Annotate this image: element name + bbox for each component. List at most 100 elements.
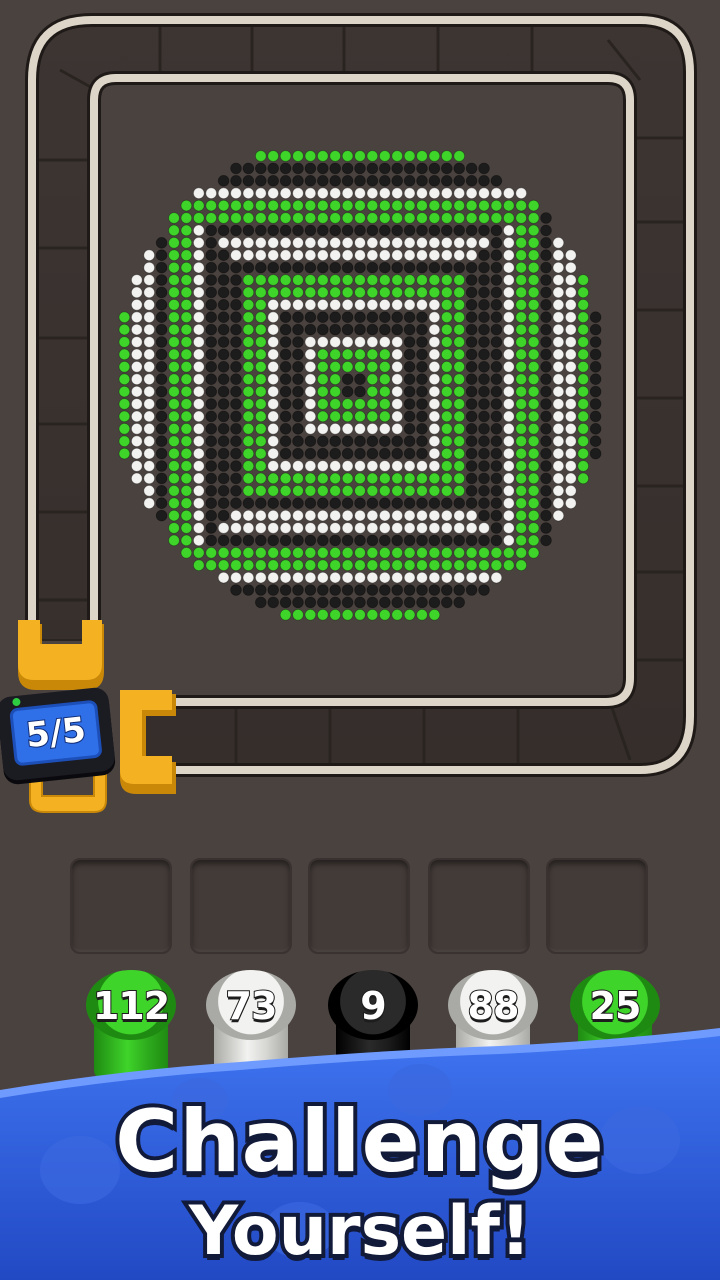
bead	[378, 274, 391, 286]
bead	[217, 361, 230, 373]
bead	[490, 509, 503, 522]
bead	[403, 348, 416, 361]
bead	[230, 385, 242, 398]
bead	[453, 361, 466, 373]
bead	[255, 497, 267, 510]
bead	[540, 385, 552, 398]
bead	[267, 522, 280, 534]
bead	[453, 199, 466, 212]
bead	[552, 361, 565, 373]
bead	[502, 336, 515, 348]
bead	[267, 187, 280, 199]
bead	[552, 237, 565, 249]
bead	[366, 361, 379, 373]
bead	[391, 472, 404, 485]
bead	[130, 311, 143, 324]
bead	[329, 559, 342, 572]
bead	[230, 237, 242, 249]
bead	[267, 274, 280, 286]
bead	[230, 472, 242, 485]
empty-slot[interactable]	[190, 858, 292, 954]
bead	[143, 410, 155, 423]
bead	[279, 311, 292, 324]
bead	[391, 348, 404, 361]
bead	[577, 398, 590, 410]
bead	[416, 398, 428, 410]
bead	[255, 472, 267, 485]
bead	[490, 224, 503, 237]
bead	[577, 410, 590, 423]
game-screen: 5/5 112 73 9 88 25 Challenge Yourself!	[0, 0, 720, 1280]
bead	[292, 484, 304, 497]
bead	[205, 422, 217, 435]
bead	[453, 174, 466, 187]
bead	[242, 509, 255, 522]
bead	[155, 261, 168, 274]
bead	[577, 299, 590, 311]
bead	[168, 484, 180, 497]
bead	[403, 422, 416, 435]
bead	[317, 373, 329, 386]
bead	[490, 174, 503, 187]
bead	[391, 522, 404, 534]
bead	[255, 237, 267, 249]
bead	[403, 311, 416, 324]
bead	[267, 546, 280, 559]
bead	[118, 447, 131, 460]
bead	[143, 422, 155, 435]
bead	[465, 174, 478, 187]
bead	[527, 447, 540, 460]
bead	[329, 410, 342, 423]
bead	[515, 422, 528, 435]
bead	[279, 286, 292, 299]
bead	[440, 546, 453, 559]
bead	[354, 286, 366, 299]
empty-slot[interactable]	[308, 858, 410, 954]
bead	[440, 422, 453, 435]
bead	[193, 472, 205, 485]
empty-slot[interactable]	[428, 858, 530, 954]
bead-board[interactable]	[100, 150, 620, 630]
bead	[589, 373, 602, 386]
bead	[255, 249, 267, 261]
bead	[193, 199, 205, 212]
bead	[527, 336, 540, 348]
bead	[230, 373, 242, 386]
bead	[552, 398, 565, 410]
bead	[478, 336, 490, 348]
bead	[515, 199, 528, 212]
empty-slot[interactable]	[70, 858, 172, 954]
bead	[502, 385, 515, 398]
bead	[168, 361, 180, 373]
bead	[366, 311, 379, 324]
bead	[465, 410, 478, 423]
bead	[478, 460, 490, 472]
bead	[193, 224, 205, 237]
bead	[440, 323, 453, 336]
bead	[428, 410, 441, 423]
bead	[217, 460, 230, 472]
bead	[118, 361, 131, 373]
bead	[391, 460, 404, 472]
bead	[329, 497, 342, 510]
bead	[130, 410, 143, 423]
bead	[416, 323, 428, 336]
bead	[341, 274, 354, 286]
bead	[589, 361, 602, 373]
bead	[292, 261, 304, 274]
bead	[440, 447, 453, 460]
bead	[230, 509, 242, 522]
bead	[366, 249, 379, 261]
bead	[341, 584, 354, 596]
bead	[267, 509, 280, 522]
bead	[143, 323, 155, 336]
empty-slot[interactable]	[546, 858, 648, 954]
bead	[378, 261, 391, 274]
bead	[217, 509, 230, 522]
bead	[155, 422, 168, 435]
bead	[416, 212, 428, 224]
bead	[341, 472, 354, 485]
bead	[440, 212, 453, 224]
bead	[317, 447, 329, 460]
bead	[267, 447, 280, 460]
